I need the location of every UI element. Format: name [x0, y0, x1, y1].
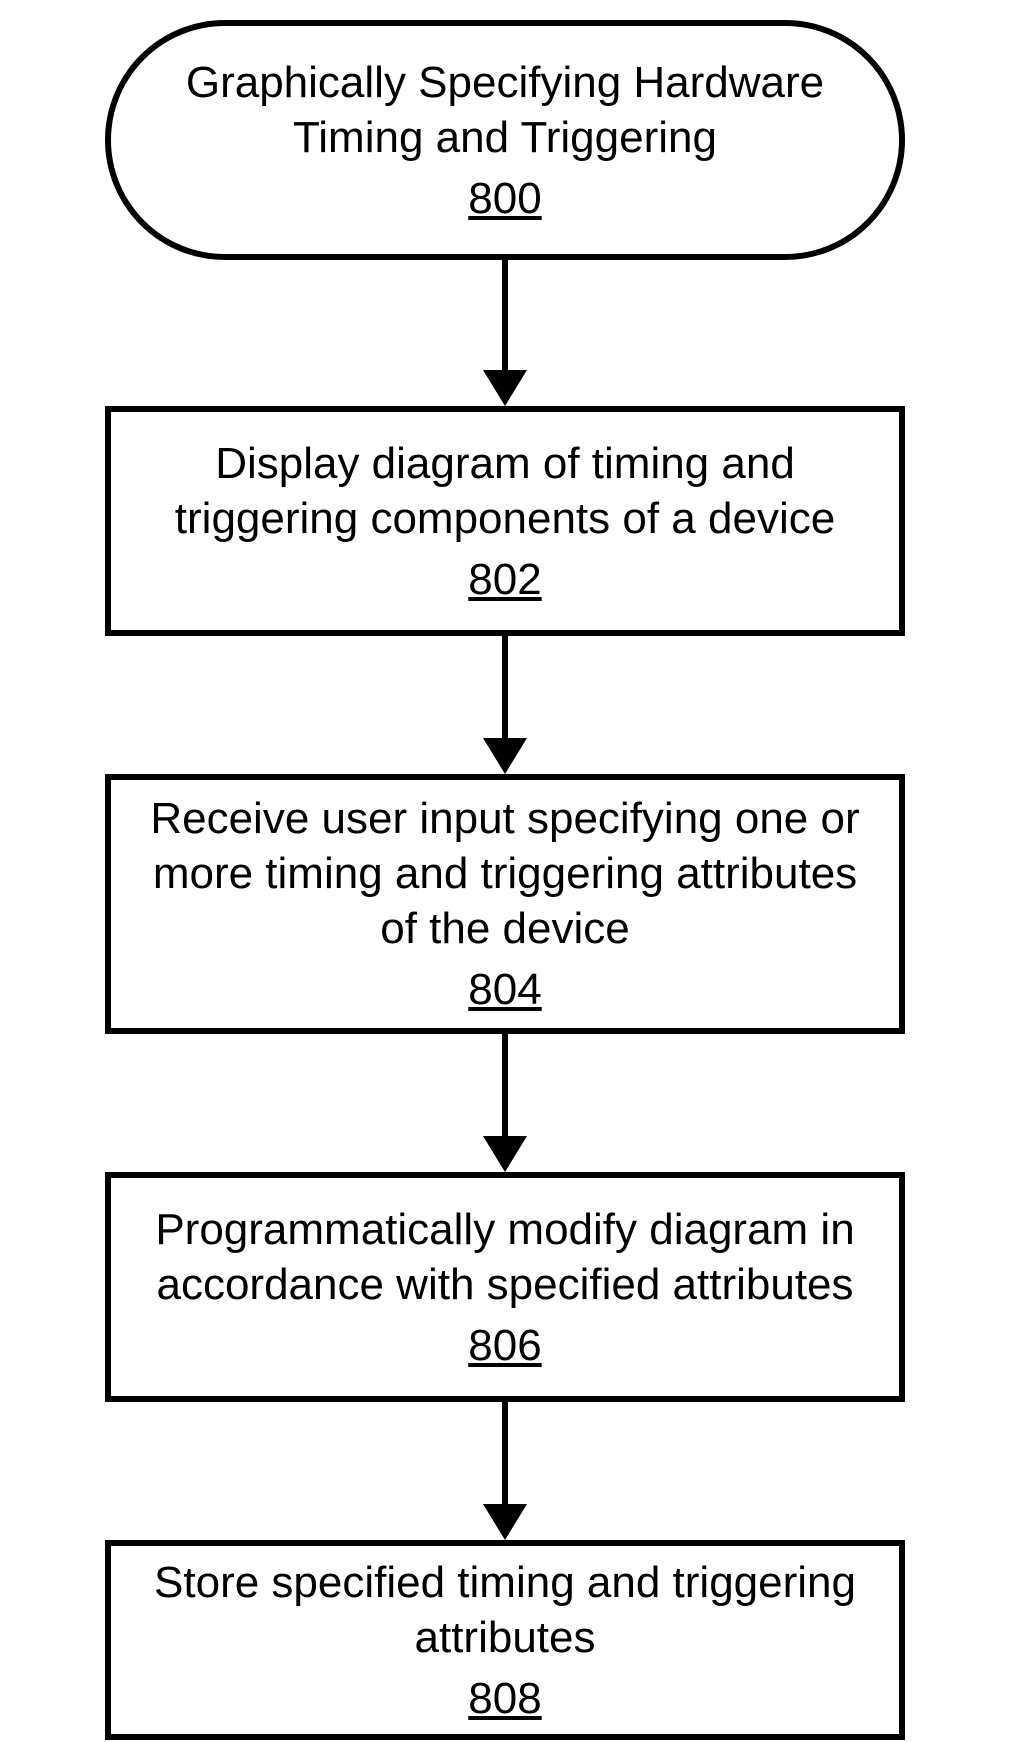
arrow-2-line: [502, 636, 508, 738]
arrow-1-line: [502, 260, 508, 370]
flow-start-node: Graphically Specifying Hardware Timing a…: [105, 20, 905, 260]
flow-step-806-ref: 806: [468, 1318, 541, 1373]
flow-step-804-ref: 804: [468, 962, 541, 1017]
flow-step-802: Display diagram of timing and triggering…: [105, 406, 905, 636]
flow-start-text: Graphically Specifying Hardware Timing a…: [141, 55, 869, 165]
arrow-4-line: [502, 1402, 508, 1504]
flow-start-ref: 800: [468, 171, 541, 226]
flow-step-802-text: Display diagram of timing and triggering…: [141, 436, 869, 546]
flow-step-806: Programmatically modify diagram in accor…: [105, 1172, 905, 1402]
arrow-1-head: [483, 370, 527, 406]
arrow-2-head: [483, 738, 527, 774]
flow-step-804: Receive user input specifying one or mor…: [105, 774, 905, 1034]
flow-step-808: Store specified timing and triggering at…: [105, 1540, 905, 1740]
flow-step-804-text: Receive user input specifying one or mor…: [141, 791, 869, 956]
arrow-3-line: [502, 1034, 508, 1136]
flowchart-canvas: Graphically Specifying Hardware Timing a…: [0, 0, 1010, 1742]
flow-step-808-text: Store specified timing and triggering at…: [141, 1555, 869, 1665]
flow-step-802-ref: 802: [468, 552, 541, 607]
flow-step-806-text: Programmatically modify diagram in accor…: [141, 1202, 869, 1312]
flow-step-808-ref: 808: [468, 1671, 541, 1726]
arrow-4-head: [483, 1504, 527, 1540]
arrow-3-head: [483, 1136, 527, 1172]
